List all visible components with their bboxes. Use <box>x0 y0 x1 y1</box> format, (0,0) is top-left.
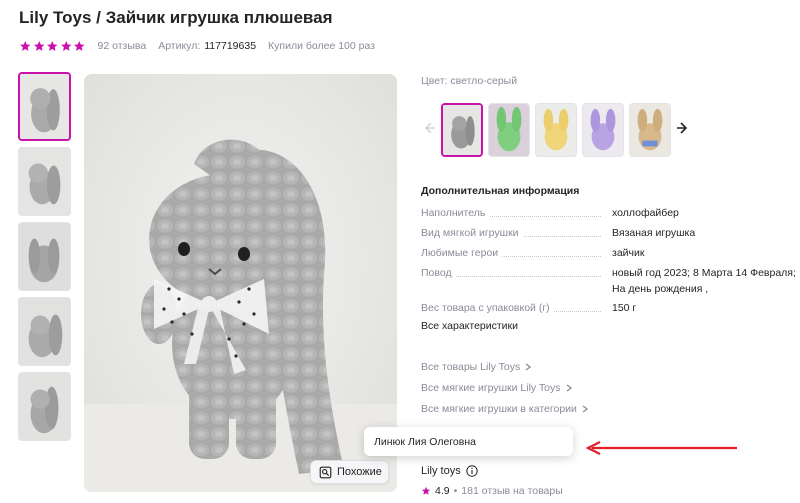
star-icon <box>20 40 31 51</box>
spec-key: Вес товара с упаковкой (г) <box>421 300 554 316</box>
star-icon <box>33 40 44 51</box>
spec-row: Повод новый год 2023; 8 Марта 14 Февраля… <box>421 265 796 297</box>
image-search-icon <box>319 466 332 478</box>
spec-row: Наполнитель холлофайбер <box>421 205 791 221</box>
link-label: Все мягкие игрушки в категории <box>421 403 577 415</box>
spec-key: Наполнитель <box>421 205 490 221</box>
thumbnail-5[interactable] <box>18 372 71 441</box>
color-line: Цвет: светло-серый <box>421 75 517 87</box>
variants-next-icon[interactable] <box>675 120 691 136</box>
color-variant-beige[interactable] <box>629 103 671 157</box>
bunny-photo-icon <box>20 74 69 139</box>
rating-stars[interactable] <box>19 40 86 53</box>
similar-label: Похожие <box>337 466 382 478</box>
product-meta: 92 отзыва Артикул: 117719635 Купили боле… <box>19 38 375 54</box>
variants-prev-icon[interactable] <box>421 120 437 136</box>
thumbnail-list <box>18 72 72 447</box>
color-variant-gray[interactable] <box>441 103 483 157</box>
bunny-photo-icon <box>84 74 397 492</box>
thumbnail-4[interactable] <box>18 297 71 366</box>
info-heading: Дополнительная информация <box>421 185 580 197</box>
bunny-beige-icon <box>630 104 670 156</box>
color-label: Цвет: <box>421 75 448 87</box>
spec-value: холлофайбер <box>612 207 679 219</box>
tooltip-text: Линюк Лия Олеговна <box>374 436 476 448</box>
chevron-right-icon <box>566 384 572 392</box>
article-label: Артикул: <box>158 40 201 52</box>
spec-row: Вид мягкой игрушки Вязаная игрушка <box>421 225 791 241</box>
seller-reviews-count: 181 отзыв на товары <box>461 485 563 497</box>
star-icon <box>47 40 58 51</box>
chevron-right-icon <box>582 405 588 413</box>
star-icon <box>74 40 85 51</box>
spec-key: Вид мягкой игрушки <box>421 225 523 241</box>
bunny-green-icon <box>489 104 529 156</box>
info-icon[interactable] <box>466 465 478 477</box>
title-separator: / <box>91 8 106 27</box>
spec-key: Повод <box>421 265 456 281</box>
reviews-link[interactable]: 92 отзыва <box>98 40 147 52</box>
all-specs-link[interactable]: Все характеристики <box>421 320 518 332</box>
bunny-photo-icon <box>19 298 70 365</box>
color-variant-yellow[interactable] <box>535 103 577 157</box>
seller-rating-value: 4.9 <box>435 485 450 497</box>
spec-key: Любимые герои <box>421 245 503 261</box>
product-title: Lily Toys / Зайчик игрушка плюшевая <box>19 8 333 28</box>
seller-rating-dot: • <box>453 485 458 497</box>
color-variant-green[interactable] <box>488 103 530 157</box>
similar-button[interactable]: Похожие <box>310 460 389 484</box>
bought-count: Купили более 100 раз <box>268 40 376 52</box>
brand-name[interactable]: Lily Toys <box>19 8 91 27</box>
seller-rating[interactable]: 4.9 • 181 отзыв на товары <box>421 485 563 497</box>
main-product-photo[interactable] <box>84 74 397 492</box>
bunny-photo-icon <box>19 373 70 440</box>
link-label: Все товары Lily Toys <box>421 361 521 373</box>
thumbnail-2[interactable] <box>18 147 71 216</box>
seller-name-tooltip: Линюк Лия Олеговна <box>364 427 573 456</box>
spec-value: зайчик <box>612 247 645 259</box>
seller-block: Lily toys <box>421 465 478 477</box>
bunny-photo-icon <box>19 148 70 215</box>
bunny-photo-icon <box>19 223 70 290</box>
color-value: светло-серый <box>450 75 518 87</box>
spec-value: новый год 2023; 8 Марта 14 Февраля; На д… <box>612 267 796 295</box>
chevron-right-icon <box>525 363 532 371</box>
link-brand-soft-toys[interactable]: Все мягкие игрушки Lily Toys <box>421 382 573 394</box>
spec-row: Любимые герои зайчик <box>421 245 791 261</box>
spec-value: 150 г <box>612 302 637 314</box>
link-category-soft-toys[interactable]: Все мягкие игрушки в категории <box>421 403 589 415</box>
annotation-arrow-icon <box>586 441 737 455</box>
star-icon <box>60 40 71 51</box>
bunny-gray-icon <box>443 105 481 155</box>
article-value[interactable]: 117719635 <box>204 40 256 52</box>
spec-row: Вес товара с упаковкой (г) 150 г <box>421 300 791 316</box>
star-icon <box>421 486 431 495</box>
thumbnail-3[interactable] <box>18 222 71 291</box>
seller-name[interactable]: Lily toys <box>421 465 461 477</box>
link-label: Все мягкие игрушки Lily Toys <box>421 382 561 394</box>
color-variant-lilac[interactable] <box>582 103 624 157</box>
thumbnail-1[interactable] <box>18 72 71 141</box>
bunny-yellow-icon <box>536 104 576 156</box>
link-all-brand-products[interactable]: Все товары Lily Toys <box>421 361 532 373</box>
bunny-lilac-icon <box>583 104 623 156</box>
product-name: Зайчик игрушка плюшевая <box>105 8 333 27</box>
spec-value: Вязаная игрушка <box>612 227 696 239</box>
